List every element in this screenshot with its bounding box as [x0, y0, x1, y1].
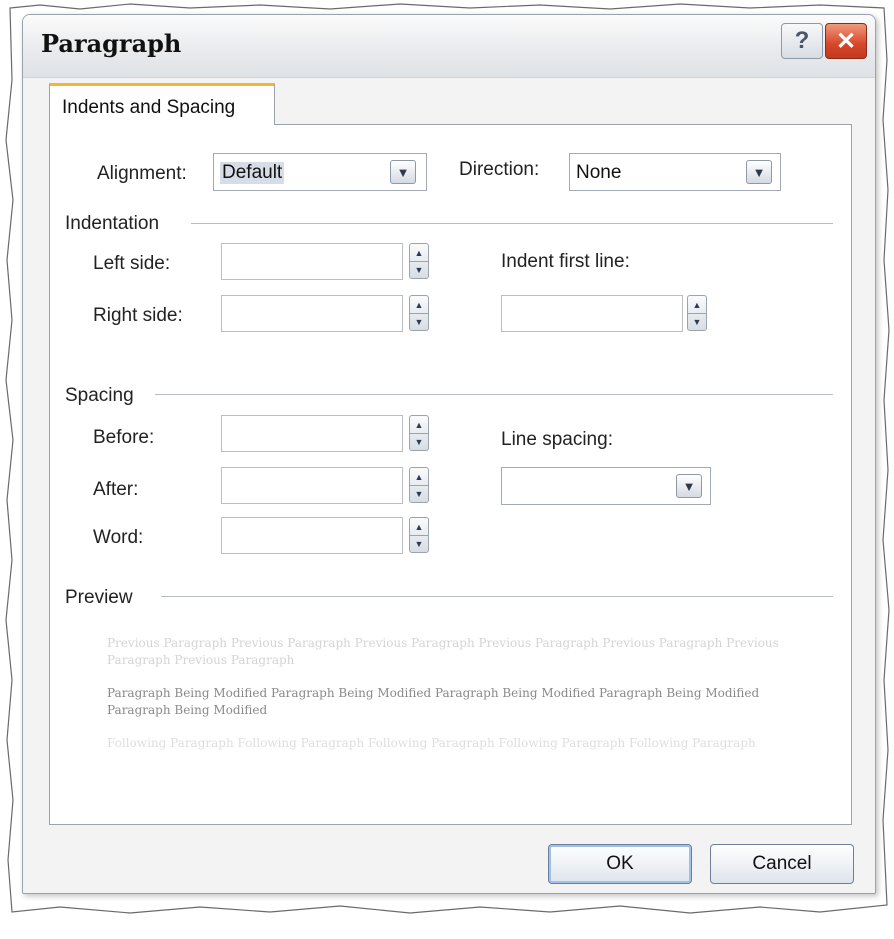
alignment-select[interactable]: Default ▼ — [213, 153, 427, 191]
preview-following-paragraph: Following Paragraph Following Paragraph … — [107, 736, 756, 750]
direction-select[interactable]: None ▼ — [569, 153, 781, 191]
spin-up-icon[interactable]: ▲ — [410, 518, 428, 536]
preview-section-label: Preview — [65, 587, 133, 608]
direction-label: Direction: — [459, 159, 540, 180]
preview-previous-paragraph: Previous Paragraph Previous Paragraph Pr… — [107, 636, 779, 667]
spin-up-icon[interactable]: ▲ — [410, 416, 428, 434]
left-side-input[interactable] — [221, 243, 403, 280]
spin-down-icon[interactable]: ▼ — [410, 485, 428, 502]
right-side-spinner[interactable]: ▲ ▼ — [409, 295, 429, 331]
word-label: Word: — [93, 527, 144, 548]
word-spinner[interactable]: ▲ ▼ — [409, 517, 429, 553]
spin-up-icon[interactable]: ▲ — [410, 468, 428, 486]
close-icon: ✕ — [835, 27, 857, 55]
cancel-button[interactable]: Cancel — [710, 844, 854, 884]
tab-indents-and-spacing[interactable]: Indents and Spacing — [49, 83, 275, 125]
chevron-down-icon[interactable]: ▼ — [746, 160, 772, 184]
indentation-section-label: Indentation — [65, 213, 160, 234]
indent-first-line-input[interactable] — [501, 295, 683, 332]
preview-pane: Previous Paragraph Previous Paragraph Pr… — [107, 635, 807, 795]
left-side-label: Left side: — [93, 253, 171, 274]
right-side-label: Right side: — [93, 305, 183, 326]
line-spacing-label: Line spacing: — [501, 429, 613, 450]
alignment-label: Alignment: — [97, 163, 187, 184]
indent-first-line-label: Indent first line: — [501, 251, 630, 272]
direction-value: None — [576, 162, 622, 183]
spin-down-icon[interactable]: ▼ — [410, 261, 428, 278]
before-label: Before: — [93, 427, 155, 448]
spin-up-icon[interactable]: ▲ — [688, 296, 706, 314]
left-side-spinner[interactable]: ▲ ▼ — [409, 243, 429, 279]
chevron-down-icon[interactable]: ▼ — [676, 474, 702, 498]
spacing-section-label: Spacing — [65, 385, 134, 406]
spin-down-icon[interactable]: ▼ — [410, 535, 428, 552]
chevron-down-icon[interactable]: ▼ — [390, 160, 416, 184]
spin-up-icon[interactable]: ▲ — [410, 244, 428, 262]
help-button[interactable]: ? — [781, 23, 823, 59]
ok-button[interactable]: OK — [548, 844, 692, 884]
spacing-divider — [155, 394, 833, 395]
preview-divider — [161, 596, 833, 597]
spin-down-icon[interactable]: ▼ — [688, 313, 706, 330]
spin-up-icon[interactable]: ▲ — [410, 296, 428, 314]
spin-down-icon[interactable]: ▼ — [410, 433, 428, 450]
spin-down-icon[interactable]: ▼ — [410, 313, 428, 330]
paragraph-dialog: Paragraph ? ✕ Indents and Spacing Alignm… — [22, 14, 876, 894]
after-label: After: — [93, 479, 139, 500]
before-spinner[interactable]: ▲ ▼ — [409, 415, 429, 451]
right-side-input[interactable] — [221, 295, 403, 332]
line-spacing-select[interactable]: ▼ — [501, 467, 711, 505]
word-input[interactable] — [221, 517, 403, 554]
close-button[interactable]: ✕ — [825, 23, 867, 59]
dialog-title: Paragraph — [41, 29, 182, 58]
help-icon: ? — [794, 27, 810, 54]
indent-first-line-spinner[interactable]: ▲ ▼ — [687, 295, 707, 331]
indentation-divider — [191, 223, 833, 224]
preview-current-paragraph: Paragraph Being Modified Paragraph Being… — [107, 686, 760, 717]
before-input[interactable] — [221, 415, 403, 452]
alignment-value: Default — [220, 162, 285, 184]
after-spinner[interactable]: ▲ ▼ — [409, 467, 429, 503]
after-input[interactable] — [221, 467, 403, 504]
title-bar[interactable]: Paragraph ? ✕ — [23, 15, 875, 78]
